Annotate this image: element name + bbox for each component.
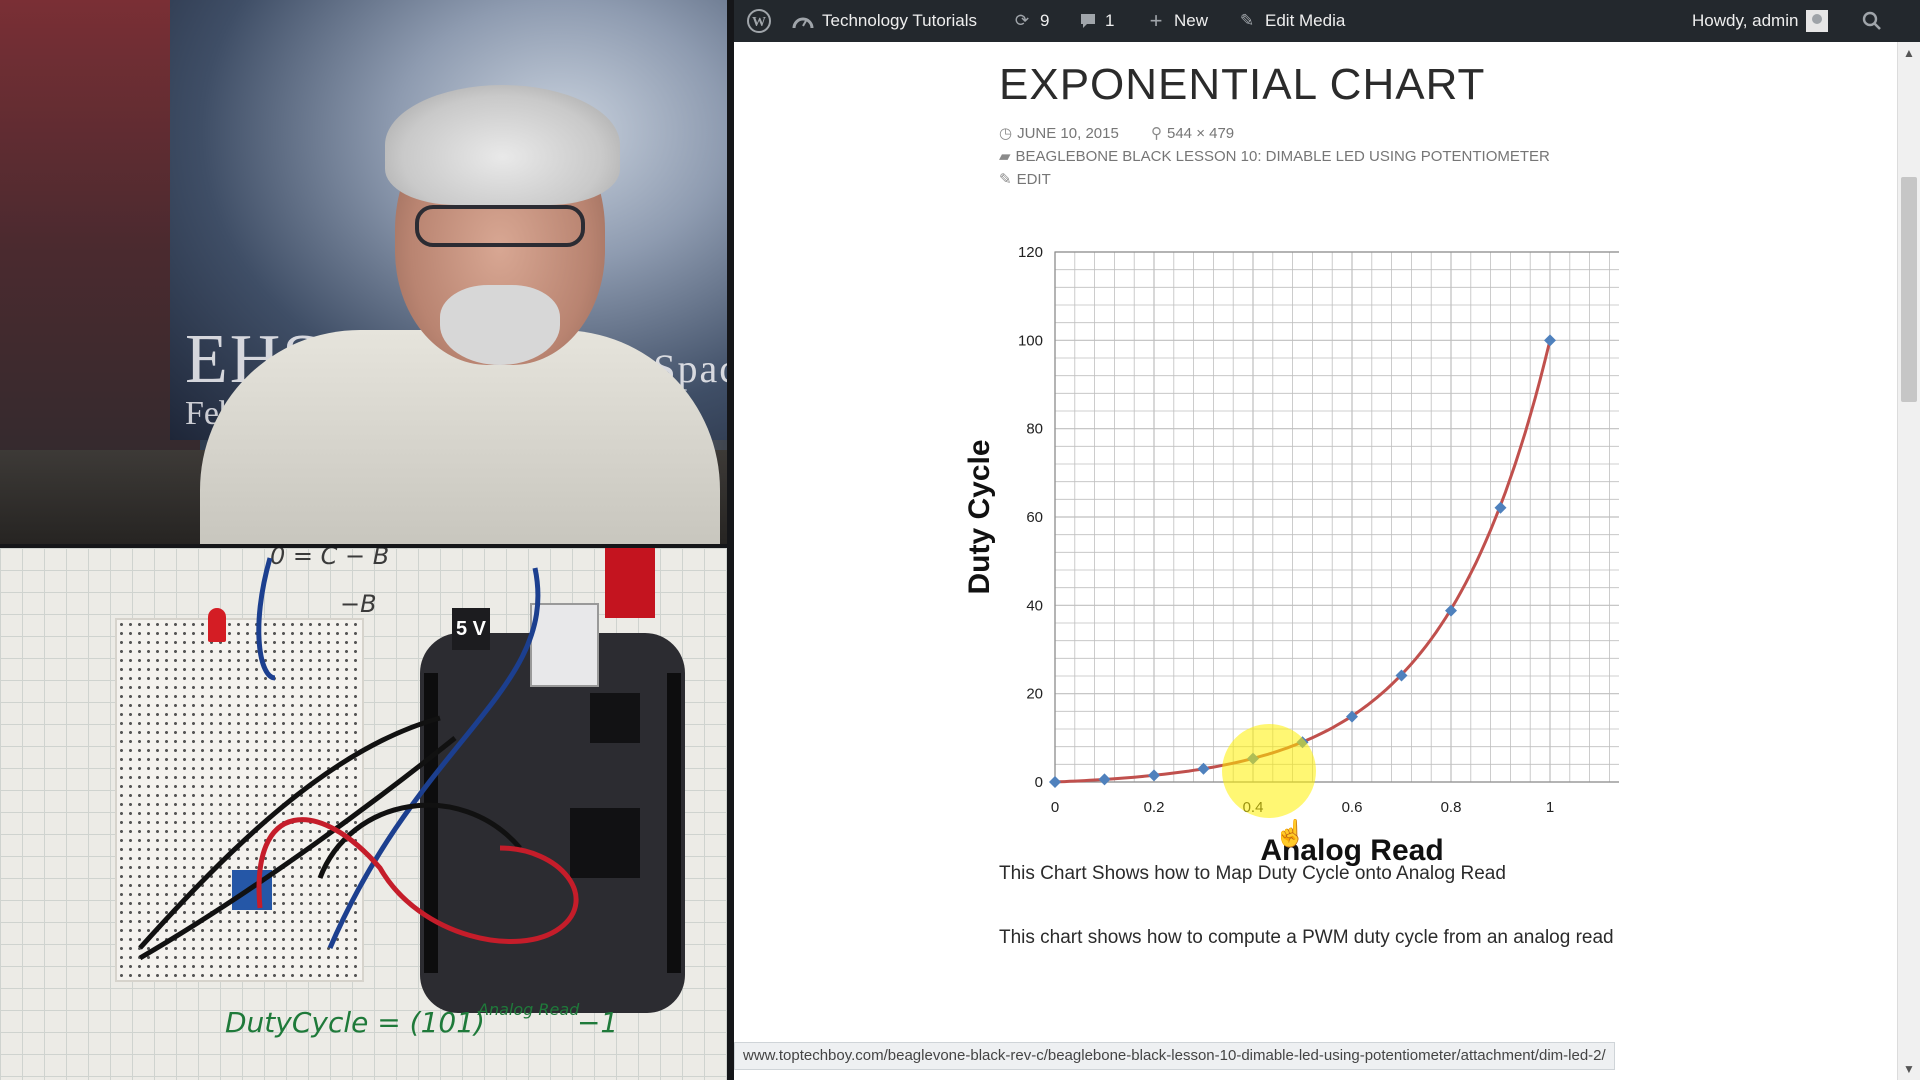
browser-page: W Technology Tutorials ⟳ 9 1 + New ✎ Edi (734, 0, 1920, 1080)
comments-count: 1 (1105, 11, 1115, 30)
avatar (1806, 10, 1829, 32)
y-tick-label: 120 (1018, 244, 1043, 261)
parent-post-link[interactable]: ▰ BEAGLEBONE BLACK LESSON 10: DIMABLE LED… (999, 148, 1564, 165)
post-date[interactable]: ◷ JUNE 10, 2015 (999, 125, 1133, 142)
wordpress-logo-icon: W (747, 9, 771, 33)
updates-link[interactable]: ⟳ 9 (1012, 0, 1050, 42)
plus-icon: + (1149, 8, 1163, 33)
pencil-icon: ✎ (999, 171, 1012, 188)
y-tick-label: 40 (1026, 597, 1043, 614)
scroll-down-icon[interactable]: ▼ (1898, 1058, 1920, 1080)
site-name-link[interactable]: Technology Tutorials (792, 0, 977, 42)
x-tick-label: 0.6 (1342, 799, 1363, 816)
page-title: EXPONENTIAL CHART (999, 60, 1486, 109)
comments-icon (1081, 14, 1095, 28)
cursor-highlight (1222, 724, 1316, 818)
pencil-icon: ✎ (1239, 11, 1255, 30)
howdy-label: Howdy, admin (1692, 11, 1799, 30)
new-label: New (1174, 11, 1209, 30)
breadboard-camera: 0 = C − B −B 5 V DutyCycle = (101) −1 Ana… (0, 548, 727, 1080)
admin-bar: W Technology Tutorials ⟳ 9 1 + New ✎ Edi (734, 0, 1920, 42)
scroll-up-icon[interactable]: ▲ (1898, 42, 1920, 64)
scroll-thumb[interactable] (1901, 177, 1917, 402)
edit-link[interactable]: ✎ EDIT (999, 171, 1065, 188)
svg-text:W: W (752, 15, 766, 30)
zoom-icon: ⚲ (1151, 125, 1162, 142)
hand-cursor-icon: ☝ (1274, 818, 1307, 848)
edit-media-link[interactable]: ✎ Edit Media (1237, 0, 1345, 42)
x-tick-label: 0.8 (1441, 799, 1462, 816)
x-tick-label: 0.2 (1144, 799, 1165, 816)
formula-exponent: Analog Read (478, 1000, 580, 1019)
full-size-link[interactable]: ⚲ 544 × 479 (1151, 125, 1248, 142)
search-icon (1862, 11, 1881, 30)
y-tick-label: 20 (1026, 686, 1043, 703)
my-account-link[interactable]: Howdy, admin (1692, 0, 1829, 42)
x-tick-label: 1 (1546, 799, 1554, 816)
entry-meta: ◷ JUNE 10, 2015 ⚲ 544 × 479 ▰ BEAGLEBONE BL… (999, 122, 1659, 191)
y-axis-label: Duty Cycle (963, 439, 996, 594)
edit-media-label: Edit Media (1265, 11, 1346, 30)
presenter-beard (440, 285, 560, 365)
search-button[interactable] (1862, 0, 1882, 42)
data-point (1098, 773, 1111, 786)
presenter-shirt (200, 330, 720, 545)
y-tick-label: 0 (1035, 774, 1043, 791)
data-point (1049, 776, 1061, 788)
x-tick-label: 0 (1051, 799, 1059, 816)
data-point (1148, 769, 1160, 782)
series-line (1054, 339, 1552, 784)
status-bar-url: www.toptechboy.com/beaglevone-black-rev-… (734, 1042, 1615, 1070)
updates-icon: ⟳ (1014, 11, 1030, 30)
clock-icon: ◷ (999, 125, 1013, 142)
image-description: This chart shows how to compute a PWM du… (999, 927, 1614, 948)
new-content-link[interactable]: + New (1146, 0, 1208, 42)
wordpress-menu[interactable]: W (746, 0, 772, 42)
jumper-wires (138, 557, 579, 961)
presenter-glasses (415, 205, 585, 247)
vertical-scrollbar[interactable]: ▲ ▼ (1897, 42, 1920, 1080)
presenter-hair (385, 85, 620, 205)
folder-icon: ▰ (999, 148, 1011, 165)
y-tick-label: 80 (1026, 421, 1043, 438)
webcam-video: EHSSpace Febr (0, 0, 727, 545)
image-caption: This Chart Shows how to Map Duty Cycle o… (999, 863, 1506, 884)
updates-count: 9 (1040, 11, 1050, 30)
comments-link[interactable]: 1 (1079, 0, 1114, 42)
video-browser-divider (727, 0, 734, 1080)
y-tick-label: 100 (1018, 332, 1043, 349)
dashboard-icon (792, 17, 814, 29)
y-tick-label: 60 (1026, 509, 1043, 526)
data-point (1544, 334, 1556, 347)
site-name: Technology Tutorials (822, 11, 977, 30)
